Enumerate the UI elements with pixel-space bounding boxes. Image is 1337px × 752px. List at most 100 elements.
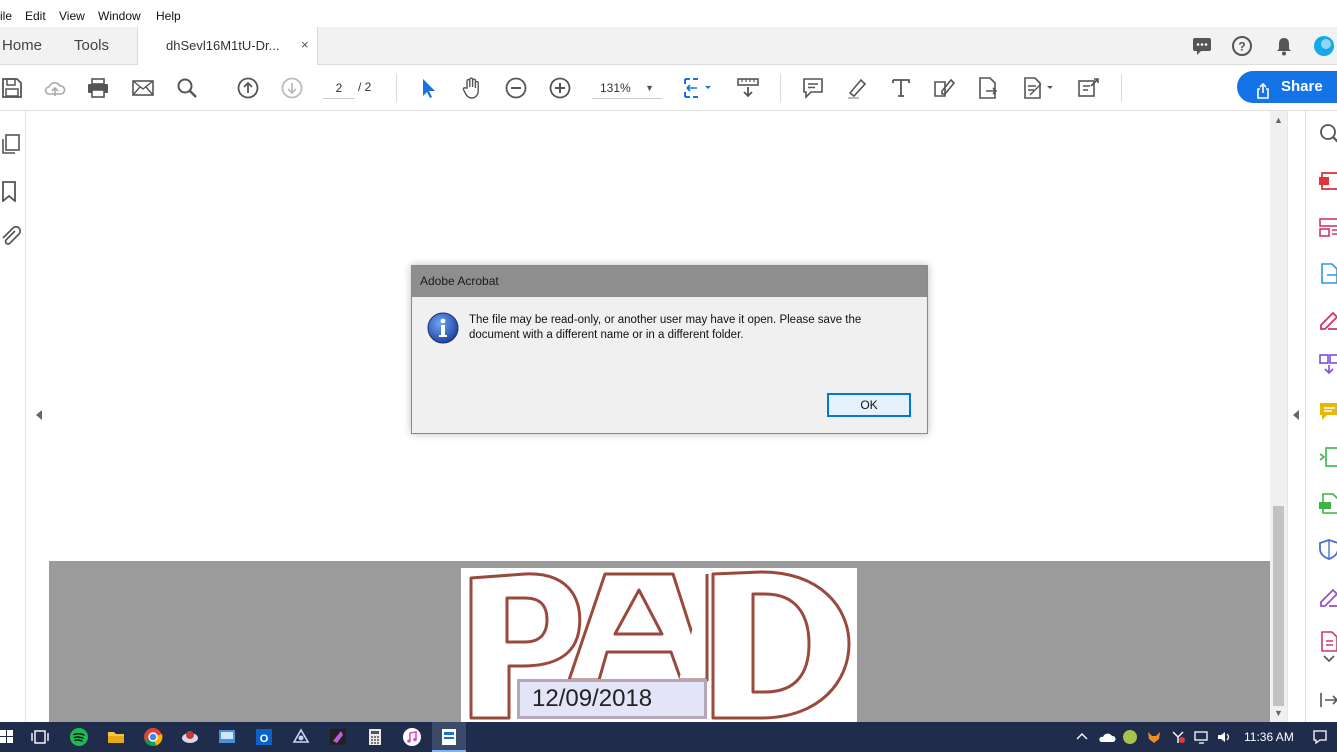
svg-text:?: ? bbox=[1238, 40, 1245, 54]
fill-sign-tool-icon[interactable] bbox=[1318, 585, 1337, 607]
edit-pdf-icon[interactable] bbox=[1318, 308, 1337, 330]
task-view-icon[interactable] bbox=[30, 727, 50, 747]
zoom-value: 131% bbox=[600, 81, 631, 95]
highlight-icon[interactable] bbox=[845, 76, 869, 100]
window-top-strip bbox=[0, 0, 1337, 7]
acrobat-icon[interactable] bbox=[439, 727, 459, 747]
scrollbar-thumb[interactable] bbox=[1273, 506, 1284, 706]
clock[interactable]: 11:36 AM bbox=[1244, 730, 1294, 744]
file-explorer-icon[interactable] bbox=[106, 727, 126, 747]
calculator-icon[interactable] bbox=[365, 727, 385, 747]
save-icon[interactable] bbox=[0, 76, 24, 100]
chevron-down-icon: ▼ bbox=[645, 83, 654, 93]
page-number-input[interactable]: 2 bbox=[323, 77, 355, 99]
more-tools-icon[interactable] bbox=[1077, 76, 1101, 100]
info-icon bbox=[427, 312, 459, 344]
taskbar: O 11:36 AM bbox=[0, 722, 1337, 752]
onedrive-icon[interactable] bbox=[1098, 729, 1116, 745]
more-tools-pane-icon[interactable] bbox=[1318, 630, 1337, 652]
compress-icon[interactable] bbox=[1318, 446, 1337, 468]
export-icon[interactable] bbox=[976, 76, 1000, 100]
vpn-icon[interactable] bbox=[291, 727, 311, 747]
status-icon[interactable] bbox=[1122, 729, 1138, 745]
close-tab-icon[interactable]: × bbox=[301, 37, 309, 52]
alert-dialog: Adobe Acrobat The file may be read-only,… bbox=[411, 265, 928, 434]
chat-icon[interactable] bbox=[1191, 35, 1213, 57]
volume-icon[interactable] bbox=[1216, 729, 1232, 745]
menu-help[interactable]: Help bbox=[156, 9, 181, 23]
outlook-icon[interactable]: O bbox=[254, 727, 274, 747]
page-down-icon[interactable] bbox=[280, 76, 304, 100]
zoom-in-icon[interactable] bbox=[548, 76, 572, 100]
scroll-up-icon[interactable]: ▲ bbox=[1274, 115, 1283, 125]
account-icon[interactable] bbox=[1312, 35, 1334, 57]
share-button[interactable]: Share bbox=[1237, 71, 1337, 103]
fit-page-icon[interactable] bbox=[682, 76, 714, 100]
print-production-icon[interactable] bbox=[1318, 492, 1337, 514]
bookmark-icon[interactable] bbox=[0, 180, 22, 203]
itunes-icon[interactable] bbox=[402, 727, 422, 747]
tab-home[interactable]: Home bbox=[2, 37, 42, 54]
toolbar-divider bbox=[1121, 74, 1122, 102]
menu-window[interactable]: Window bbox=[98, 9, 141, 23]
document-tab-title: dhSevl16M1tU-Dr... bbox=[166, 38, 280, 53]
share-icon bbox=[1255, 79, 1271, 99]
mail-icon[interactable] bbox=[131, 76, 155, 100]
bell-icon[interactable] bbox=[1273, 35, 1295, 57]
network-icon[interactable] bbox=[1170, 729, 1186, 745]
chrome-icon[interactable] bbox=[143, 727, 163, 747]
fill-sign-icon[interactable] bbox=[1022, 76, 1056, 100]
toolbar-divider bbox=[780, 74, 781, 102]
share-label: Share bbox=[1281, 78, 1323, 95]
tools-pane bbox=[1305, 111, 1337, 722]
tab-tools[interactable]: Tools bbox=[74, 37, 109, 54]
menu-edit[interactable]: Edit bbox=[25, 9, 46, 23]
organize-icon[interactable] bbox=[1318, 216, 1337, 238]
page-up-icon[interactable] bbox=[236, 76, 260, 100]
create-pdf-icon[interactable] bbox=[1318, 169, 1337, 191]
fox-icon[interactable] bbox=[1146, 729, 1162, 745]
attachment-icon[interactable] bbox=[0, 225, 22, 247]
menu-file[interactable]: ile bbox=[0, 9, 12, 23]
control-panel-icon[interactable] bbox=[217, 727, 237, 747]
chevron-down-icon[interactable] bbox=[1318, 652, 1337, 666]
scroll-down-icon[interactable]: ▼ bbox=[1274, 708, 1283, 718]
tab-document[interactable]: dhSevl16M1tU-Dr... × bbox=[137, 27, 318, 65]
dialog-message: The file may be read-only, or another us… bbox=[469, 314, 862, 341]
paid-stamp: 12/09/2018 bbox=[461, 568, 857, 722]
hand-icon[interactable] bbox=[460, 76, 484, 100]
vertical-scrollbar[interactable]: ▲ ▼ bbox=[1270, 111, 1287, 722]
ok-button[interactable]: OK bbox=[827, 393, 911, 417]
chevron-up-icon[interactable] bbox=[1074, 729, 1090, 745]
text-icon[interactable] bbox=[889, 76, 913, 100]
protect-icon[interactable] bbox=[1318, 538, 1337, 560]
toolbar: 2 / 2 131% ▼ Share bbox=[0, 65, 1337, 111]
start-icon[interactable] bbox=[0, 727, 14, 747]
pages-icon[interactable] bbox=[0, 133, 22, 155]
combine-icon[interactable] bbox=[1318, 353, 1337, 375]
select-arrow-icon[interactable] bbox=[416, 76, 440, 100]
search-doc-icon[interactable] bbox=[1318, 122, 1337, 144]
collapse-right-panel-icon[interactable] bbox=[1293, 410, 1299, 420]
help-icon[interactable]: ? bbox=[1231, 35, 1253, 57]
comment-tool-icon[interactable] bbox=[1318, 400, 1337, 422]
menu-view[interactable]: View bbox=[59, 9, 85, 23]
visual-studio-icon[interactable] bbox=[328, 727, 348, 747]
print-icon[interactable] bbox=[86, 76, 110, 100]
tab-bar: Home Tools dhSevl16M1tU-Dr... × ? bbox=[0, 27, 1337, 65]
search-icon[interactable] bbox=[175, 76, 199, 100]
collapse-tools-pane-icon[interactable] bbox=[1318, 689, 1337, 711]
zoom-out-icon[interactable] bbox=[504, 76, 528, 100]
export-pdf-icon[interactable] bbox=[1318, 262, 1337, 284]
zoom-select[interactable]: 131% ▼ bbox=[592, 77, 662, 99]
dialog-title: Adobe Acrobat bbox=[412, 266, 927, 297]
edit-icon[interactable] bbox=[932, 76, 956, 100]
scroll-mode-icon[interactable] bbox=[736, 76, 760, 100]
comment-icon[interactable] bbox=[801, 76, 825, 100]
notification-center-icon[interactable] bbox=[1312, 729, 1328, 745]
display-icon[interactable] bbox=[1194, 729, 1210, 745]
app-icon[interactable] bbox=[180, 727, 200, 747]
spotify-icon[interactable] bbox=[69, 727, 89, 747]
upload-icon[interactable] bbox=[43, 76, 67, 100]
collapse-left-panel-icon[interactable] bbox=[36, 410, 42, 420]
